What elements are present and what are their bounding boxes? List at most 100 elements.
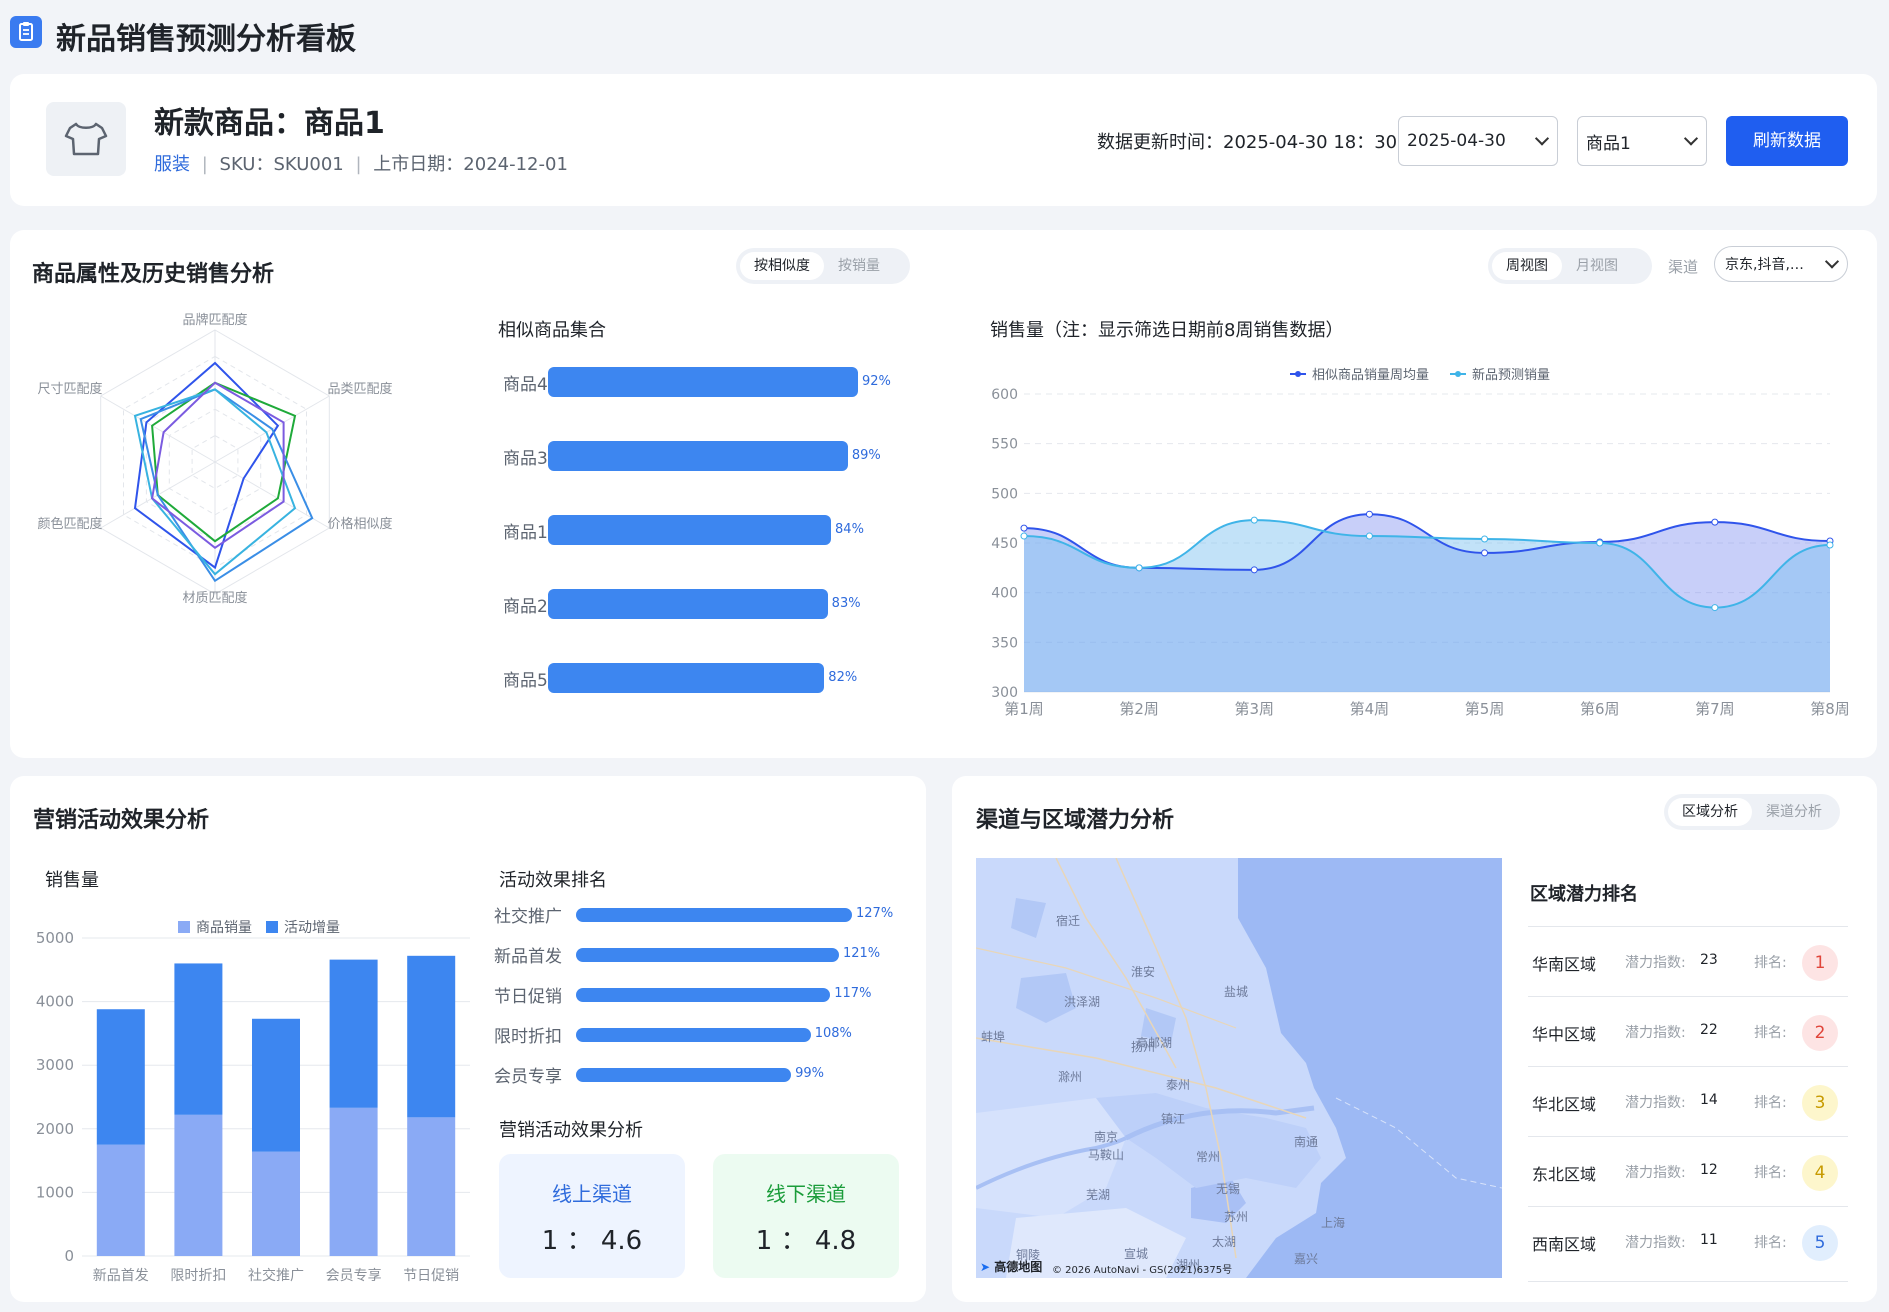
data-point <box>1135 564 1143 572</box>
rank-label: 排名: <box>1754 1165 1787 1181</box>
data-point <box>1365 532 1373 540</box>
similar-item-name: 商品3 <box>503 449 548 469</box>
ranking-pct-label: 127% <box>856 906 894 921</box>
radar-axis-label: 尺寸匹配度 <box>37 381 102 397</box>
data-point <box>1365 510 1373 518</box>
ranking-pct-label: 99% <box>795 1066 825 1081</box>
ranking-bar <box>576 908 852 922</box>
data-point <box>1020 524 1028 532</box>
bar-segment <box>174 1114 223 1256</box>
legend-label: 活动增量 <box>284 920 340 936</box>
similar-bar <box>548 589 828 619</box>
radar-axis-label: 品牌匹配度 <box>182 312 247 328</box>
sales-chart-title: 销售量（注：显示筛选日期前8周销售数据） <box>990 320 1344 341</box>
y-tick-label: 2000 <box>36 1120 74 1138</box>
radar-axis-label: 颜色匹配度 <box>37 516 102 532</box>
region-rank-row[interactable]: 华南区域 潜力指数: 23 排名: 1 <box>1528 926 1848 996</box>
similar-title: 相似商品集合 <box>498 320 606 341</box>
region-rank-row[interactable]: 华北区域 潜力指数: 14 排名: 3 <box>1528 1066 1848 1136</box>
tab-week-view[interactable]: 周视图 <box>1492 252 1562 280</box>
index-value: 12 <box>1700 1162 1718 1178</box>
region-rank-row[interactable]: 西南区域 潜力指数: 11 排名: 5 <box>1528 1206 1848 1276</box>
radar-axis-label: 材质匹配度 <box>182 590 247 606</box>
radar-axis-label: 品类匹配度 <box>327 381 392 397</box>
bar-segment <box>407 955 456 1118</box>
update-time: 数据更新时间：2025-04-30 18：30 <box>1097 132 1398 153</box>
offline-channel-card: 线下渠道 1 ： 4.8 <box>713 1154 899 1278</box>
map-city-label: 南京 <box>1094 1130 1119 1144</box>
ranking-bar <box>576 1028 811 1042</box>
map-city-label: 马鞍山 <box>1088 1148 1125 1162</box>
stacked-bar-chart: 0 1000 2000 3000 4000 5000 新品首发 限时折扣 社交推广 会员专享 节日促… <box>36 920 470 1284</box>
rank-badge: 1 <box>1802 945 1838 981</box>
y-tick-label: 600 <box>991 387 1018 403</box>
region-rank-row[interactable]: 东北区域 潜力指数: 12 排名: 4 <box>1528 1136 1848 1206</box>
tab-channel-analysis[interactable]: 渠道分析 <box>1752 798 1836 826</box>
product-select[interactable]: 商品1 <box>1577 116 1707 166</box>
region-toggle[interactable]: 区域分析 渠道分析 <box>1664 794 1840 830</box>
x-tick-label: 第5周 <box>1465 700 1505 718</box>
similarity-toggle[interactable]: 按相似度 按销量 <box>736 248 910 284</box>
legend-swatch <box>266 921 278 933</box>
rank-badge: 2 <box>1802 1015 1838 1051</box>
y-tick-label: 0 <box>64 1247 74 1265</box>
refresh-button[interactable]: 刷新数据 <box>1726 116 1848 166</box>
rank-badge: 3 <box>1802 1085 1838 1121</box>
map-logo-icon: ➤ <box>980 1260 991 1274</box>
index-label: 潜力指数: <box>1625 1095 1686 1111</box>
map-city-label: 嘉兴 <box>1294 1252 1319 1266</box>
radar-axis-line <box>100 395 216 463</box>
region-name: 东北区域 <box>1532 1165 1597 1184</box>
region-rank-row[interactable]: 华中区域 潜力指数: 22 排名: 2 <box>1528 996 1848 1066</box>
online-ratio: 1 ： 4.6 <box>541 1226 643 1256</box>
similar-item-name: 商品5 <box>503 671 548 691</box>
map-city-label: 盐城 <box>1224 985 1249 999</box>
ranking-list: 社交推广 127% 新品首发 121% 节日促销 117% 限时折扣 108% 会员专享 99% <box>494 898 914 1098</box>
data-point <box>1481 549 1489 557</box>
product-name: 新款商品：商品1 <box>154 106 385 141</box>
similar-pct-label: 83% <box>831 596 861 611</box>
tab-region-analysis[interactable]: 区域分析 <box>1668 798 1752 826</box>
map-city-label: 常州 <box>1196 1150 1221 1164</box>
page-title: 新品销售预测分析看板 <box>56 22 356 57</box>
data-point <box>1711 604 1719 612</box>
map-city-label: 南通 <box>1294 1135 1319 1149</box>
attribute-history-card: 商品属性及历史销售分析 按相似度 按销量 周视图 月视图 渠道 京东,抖音,… … <box>10 230 1877 758</box>
legend-swatch <box>178 921 190 933</box>
x-tick-label: 第7周 <box>1695 700 1735 718</box>
y-tick-label: 3000 <box>36 1056 74 1074</box>
separator: | <box>355 154 362 175</box>
index-label: 潜力指数: <box>1625 1235 1686 1251</box>
map-city-label: 太湖 <box>1212 1235 1237 1249</box>
toggle-by-sales[interactable]: 按销量 <box>824 252 894 280</box>
tab-month-view[interactable]: 月视图 <box>1562 252 1632 280</box>
separator: | <box>201 154 208 175</box>
data-point <box>1826 541 1834 549</box>
rank-label: 排名: <box>1754 1095 1787 1111</box>
toggle-by-similarity[interactable]: 按相似度 <box>740 252 824 280</box>
rank-badge: 4 <box>1802 1155 1838 1191</box>
similar-pct-label: 92% <box>862 374 891 389</box>
category-link[interactable]: 服装 <box>154 154 190 175</box>
legend-label: 相似商品销量周均量 <box>1312 368 1429 383</box>
x-tick-label: 第6周 <box>1580 700 1620 718</box>
region-map[interactable]: 宿迁 淮安 盐城 泰州 扬州 镇江 南京 常州 无锡 南通 苏州 上海 芜湖 马鞍山 湖州 嘉兴 宣城 铜陵 蚌埠洪… <box>976 858 1502 1278</box>
channel-select[interactable]: 京东,抖音,… <box>1714 246 1848 282</box>
map-city-label: 镇江 <box>1161 1112 1186 1126</box>
map-city-label: 蚌埠 <box>981 1030 1006 1044</box>
ranking-item-name: 新品首发 <box>494 947 562 967</box>
region-name: 华北区域 <box>1532 1095 1597 1114</box>
map-city-label: 苏州 <box>1224 1210 1249 1224</box>
x-tick-label: 第3周 <box>1235 700 1275 718</box>
product-meta: 服装 | SKU：SKU001 | 上市日期：2024-12-01 <box>154 150 568 176</box>
view-toggle[interactable]: 周视图 月视图 <box>1488 248 1652 284</box>
marketing-card: 营销活动效果分析 销售量 0 1000 2000 3000 4000 5000 新品首发 限时… <box>10 776 926 1302</box>
data-point <box>1250 566 1258 574</box>
similar-item-name: 商品4 <box>503 375 548 395</box>
region-name: 华南区域 <box>1532 955 1597 974</box>
date-select[interactable]: 2025-04-30 <box>1398 116 1558 166</box>
rank-label: 排名: <box>1754 955 1787 971</box>
ranking-item-name: 节日促销 <box>494 987 562 1007</box>
effect-title: 营销活动效果分析 <box>499 1120 643 1141</box>
similar-item-name: 商品2 <box>503 597 548 617</box>
